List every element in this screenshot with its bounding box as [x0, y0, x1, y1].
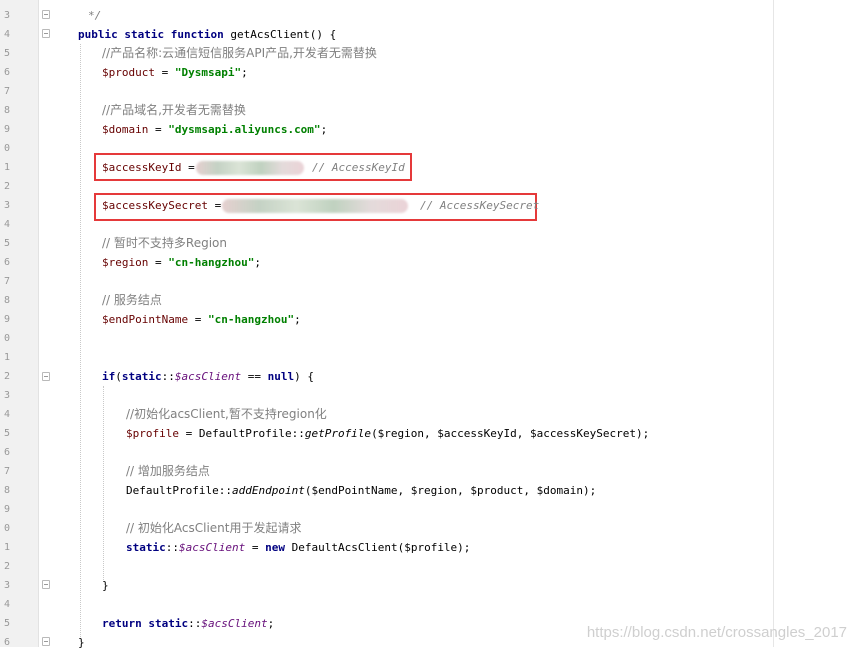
code-line: $profile = DefaultProfile::getProfile($r… — [126, 427, 650, 440]
line-number: 9 — [3, 314, 10, 325]
line-number: 7 — [3, 466, 10, 477]
line-number: 4 — [3, 599, 10, 610]
line-number: 9 — [3, 504, 10, 515]
fold-marker-icon[interactable] — [42, 580, 50, 589]
code-line: if(static::$acsClient == null) { — [102, 370, 314, 383]
code-line: // 增加服务结点 — [126, 464, 210, 478]
line-number: 2 — [3, 181, 10, 192]
line-number: 8 — [3, 105, 10, 116]
line-number: 6 — [3, 447, 10, 458]
code-line: $region = "cn-hangzhou"; — [102, 256, 261, 269]
line-number: 6 — [3, 257, 10, 268]
line-number: 0 — [3, 333, 10, 344]
code-line: // 初始化AcsClient用于发起请求 — [126, 521, 302, 535]
code-line: // 暂时不支持多Region — [102, 236, 227, 250]
code-line: } — [102, 579, 109, 592]
code-line: // AccessKeyId — [312, 161, 405, 174]
code-line: //产品域名,开发者无需替换 — [102, 103, 246, 117]
line-number: 5 — [3, 238, 10, 249]
redacted-value — [196, 161, 304, 175]
line-number: 5 — [3, 428, 10, 439]
code-line: //产品名称:云通信短信服务API产品,开发者无需替换 — [102, 46, 377, 60]
code-line: */ — [88, 9, 102, 22]
line-number: 3 — [3, 580, 10, 591]
code-line: $product = "Dysmsapi"; — [102, 66, 248, 79]
code-line: $accessKeyId = — [102, 161, 202, 174]
watermark: https://blog.csdn.net/crossangles_2017 — [586, 624, 847, 641]
line-number: 2 — [3, 371, 10, 382]
line-number: 8 — [3, 485, 10, 496]
line-number: 3 — [3, 10, 10, 21]
redacted-value — [222, 199, 408, 213]
code-line: $domain = "dysmsapi.aliyuncs.com"; — [102, 123, 328, 136]
fold-marker-icon[interactable] — [42, 10, 50, 19]
line-number: 0 — [3, 143, 10, 154]
line-number: 6 — [3, 67, 10, 78]
code-line: $accessKeySecret = — [102, 199, 228, 212]
line-number: 5 — [3, 618, 10, 629]
line-number: 5 — [3, 48, 10, 59]
fold-marker-icon[interactable] — [42, 637, 50, 646]
line-number: 0 — [3, 523, 10, 534]
code-line: // 服务结点 — [102, 293, 162, 307]
line-number: 3 — [3, 200, 10, 211]
code-line: } — [78, 636, 85, 649]
line-number: 4 — [3, 409, 10, 420]
code-line: static::$acsClient = new DefaultAcsClien… — [126, 541, 471, 554]
line-number: 1 — [3, 352, 10, 363]
line-number: 1 — [3, 542, 10, 553]
line-number: 4 — [3, 219, 10, 230]
fold-marker-icon[interactable] — [42, 29, 50, 38]
indent-guide — [103, 386, 104, 580]
indent-guide — [80, 44, 81, 639]
fold-marker-icon[interactable] — [42, 372, 50, 381]
line-number: 4 — [3, 29, 10, 40]
code-line: //初始化acsClient,暂不支持region化 — [126, 407, 327, 421]
code-line: DefaultProfile::addEndpoint($endPointNam… — [126, 484, 597, 497]
code-line: public static function getAcsClient() { — [78, 28, 337, 41]
line-number: 7 — [3, 276, 10, 287]
code-line: return static::$acsClient; — [102, 617, 275, 630]
line-number: 7 — [3, 86, 10, 97]
code-line: // AccessKeySecret — [420, 199, 540, 212]
line-number: 8 — [3, 295, 10, 306]
line-number: 1 — [3, 162, 10, 173]
right-margin-line — [773, 0, 774, 647]
line-number: 2 — [3, 561, 10, 572]
code-line: $endPointName = "cn-hangzhou"; — [102, 313, 301, 326]
line-number: 9 — [3, 124, 10, 135]
line-number: 6 — [3, 637, 10, 648]
line-number: 3 — [3, 390, 10, 401]
